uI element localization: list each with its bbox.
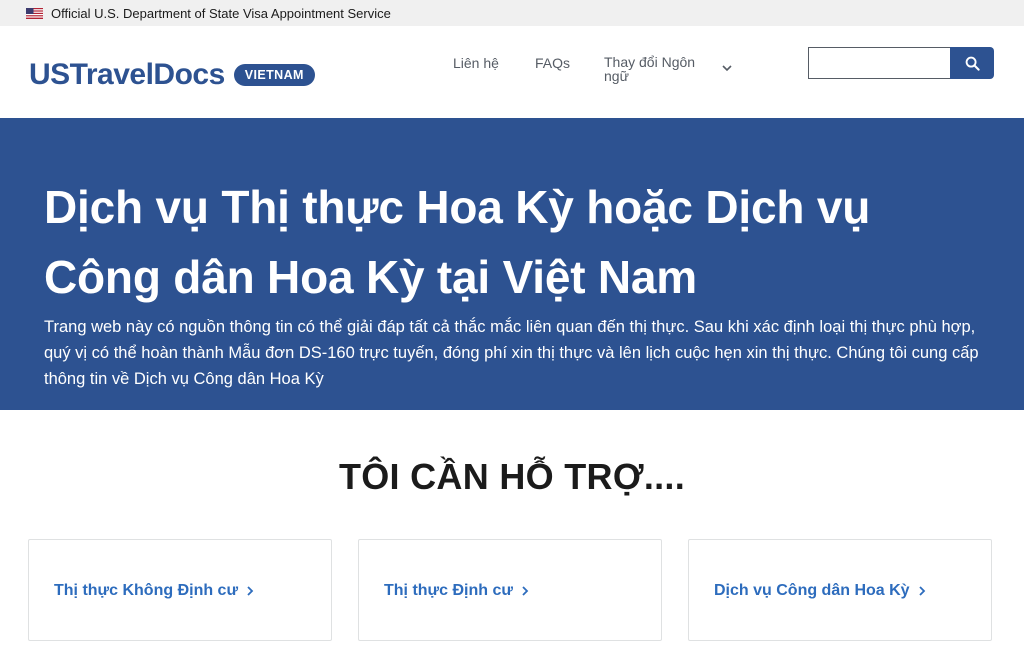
official-site-text: Official U.S. Department of State Visa A… — [51, 5, 391, 21]
us-flag-icon — [26, 7, 43, 19]
logo-text: USTravelDocs — [29, 58, 225, 91]
hero-title: Dịch vụ Thị thực Hoa Kỳ hoặc Dịch vụ Côn… — [44, 181, 871, 303]
hero-section: Dịch vụ Thị thực Hoa Kỳ hoặc Dịch vụ Côn… — [0, 118, 1024, 410]
card-nonimmigrant-visa[interactable]: Thị thực Không Định cư — [28, 539, 332, 641]
search-form — [808, 47, 994, 79]
chevron-down-icon[interactable] — [721, 62, 733, 74]
card-american-citizen-services[interactable]: Dịch vụ Công dân Hoa Kỳ — [688, 539, 992, 641]
card-label: Dịch vụ Công dân Hoa Kỳ — [714, 582, 926, 600]
official-site-banner: Official U.S. Department of State Visa A… — [0, 0, 1024, 26]
site-header: USTravelDocs VIETNAM Liên hệ FAQs Thay đ… — [0, 26, 1024, 118]
chevron-right-icon — [522, 586, 529, 596]
search-icon — [965, 56, 980, 71]
chevron-right-icon — [918, 586, 925, 596]
nav-contact-link[interactable]: Liên hệ — [453, 55, 499, 71]
card-immigrant-visa[interactable]: Thị thực Định cư — [358, 539, 662, 641]
card-label: Thị thực Không Định cư — [54, 582, 254, 600]
nav-faqs-link[interactable]: FAQs — [535, 55, 570, 71]
search-button[interactable] — [950, 47, 994, 79]
country-badge: VIETNAM — [233, 64, 315, 86]
search-input[interactable] — [808, 47, 950, 79]
hero-description: Trang web này có nguồn thông tin có thể … — [44, 318, 979, 388]
nav-language-dropdown[interactable]: Thay đổi Ngôn ngữ — [604, 55, 716, 83]
card-label: Thị thực Định cư — [384, 582, 529, 600]
site-logo[interactable]: USTravelDocs VIETNAM — [29, 58, 315, 92]
chevron-right-icon — [247, 586, 254, 596]
help-section-title: TÔI CẦN HỖ TRỢ.... — [338, 456, 686, 497]
